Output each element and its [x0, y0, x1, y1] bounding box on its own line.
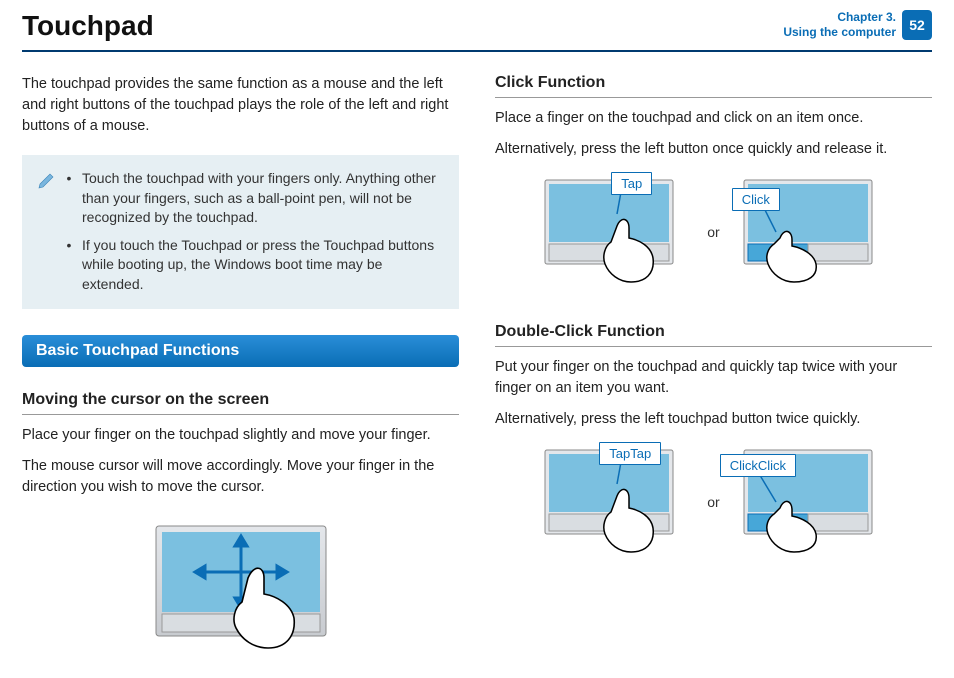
chapter-title: Using the computer	[783, 25, 896, 40]
subheading-moving: Moving the cursor on the screen	[22, 391, 459, 415]
touchpad-clickclick-icon: ClickClick	[738, 444, 888, 559]
touchpad-taptap-icon: TapTap	[539, 444, 689, 559]
intro-text: The touchpad provides the same function …	[22, 74, 459, 137]
click-p2: Alternatively, press the left button onc…	[495, 139, 932, 160]
note-item: • Touch the touchpad with your fingers o…	[38, 169, 445, 228]
subheading-click: Click Function	[495, 74, 932, 98]
touchpad-click-icon: Click	[738, 174, 888, 289]
content-area: The touchpad provides the same function …	[0, 52, 954, 678]
click-p1: Place a finger on the touchpad and click…	[495, 108, 932, 129]
chapter-info: Chapter 3. Using the computer	[783, 10, 896, 40]
moving-p1: Place your finger on the touchpad slight…	[22, 425, 459, 446]
note-item: • If you touch the Touchpad or press the…	[38, 236, 445, 295]
illustration-move	[22, 516, 459, 656]
note-text: If you touch the Touchpad or press the T…	[82, 236, 445, 295]
page-title: Touchpad	[22, 10, 154, 42]
note-text: Touch the touchpad with your fingers onl…	[82, 169, 445, 228]
tap-label: Tap	[611, 172, 652, 195]
touchpad-move-icon	[136, 516, 346, 656]
bullet-dot: •	[64, 169, 74, 228]
header-right: Chapter 3. Using the computer 52	[783, 10, 932, 40]
touchpad-tap-icon: Tap	[539, 174, 689, 289]
subheading-double-click: Double-Click Function	[495, 323, 932, 347]
taptap-label: TapTap	[599, 442, 661, 465]
note-icon	[38, 171, 56, 228]
page-number-badge: 52	[902, 10, 932, 40]
dblclick-p2: Alternatively, press the left touchpad b…	[495, 409, 932, 430]
note-box: • Touch the touchpad with your fingers o…	[22, 155, 459, 309]
click-label: Click	[732, 188, 780, 211]
dblclick-p1: Put your finger on the touchpad and quic…	[495, 357, 932, 399]
section-banner: Basic Touchpad Functions	[22, 335, 459, 367]
illustration-double-click: TapTap or ClickClick	[495, 444, 932, 559]
or-label: or	[707, 224, 719, 240]
moving-p2: The mouse cursor will move accordingly. …	[22, 456, 459, 498]
illustration-click: Tap or Click	[495, 174, 932, 289]
chapter-number: Chapter 3.	[783, 10, 896, 25]
or-label: or	[707, 494, 719, 510]
clickclick-label: ClickClick	[720, 454, 796, 477]
bullet-dot: •	[64, 236, 74, 295]
left-column: The touchpad provides the same function …	[22, 74, 459, 656]
right-column: Click Function Place a finger on the tou…	[495, 74, 932, 656]
page-header: Touchpad Chapter 3. Using the computer 5…	[22, 0, 932, 52]
